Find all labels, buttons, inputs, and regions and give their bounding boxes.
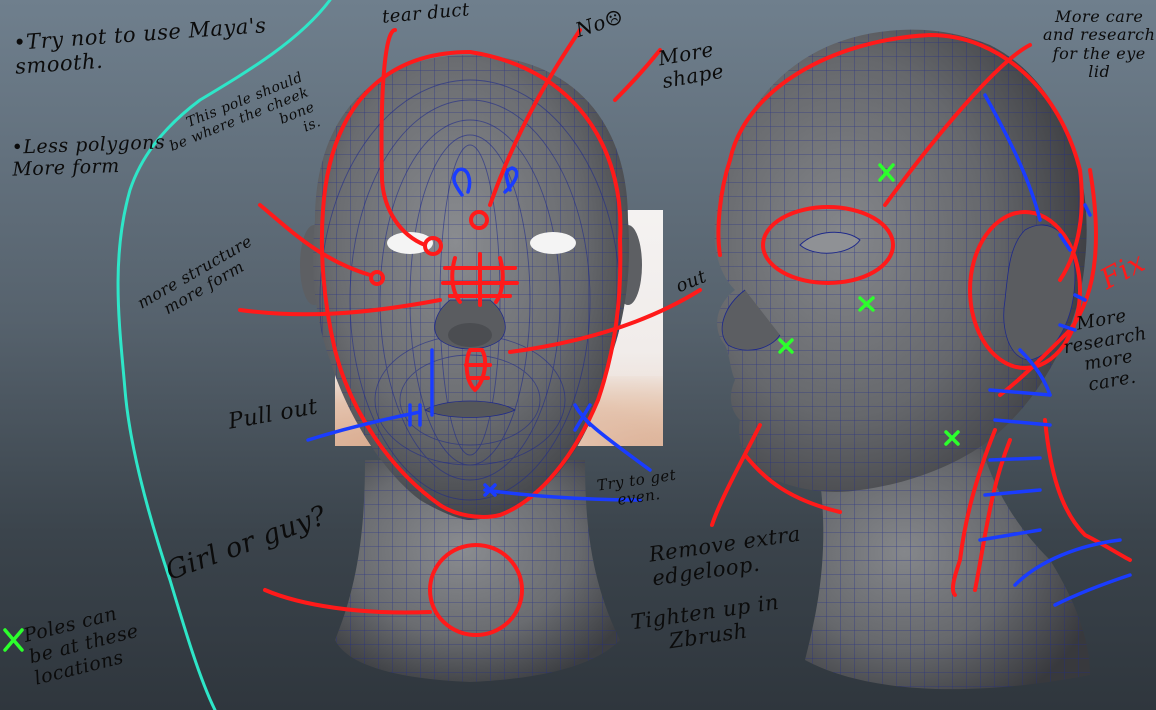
paintover-canvas xyxy=(3,0,1132,710)
note-more-research: More research more care. xyxy=(1061,305,1149,396)
note-eye-lid: More care and research for the eye lid xyxy=(1043,7,1156,82)
front-right-eye xyxy=(530,232,576,254)
note-less-polygons: •Less polygons More form xyxy=(11,131,166,181)
front-head-model xyxy=(300,55,642,682)
